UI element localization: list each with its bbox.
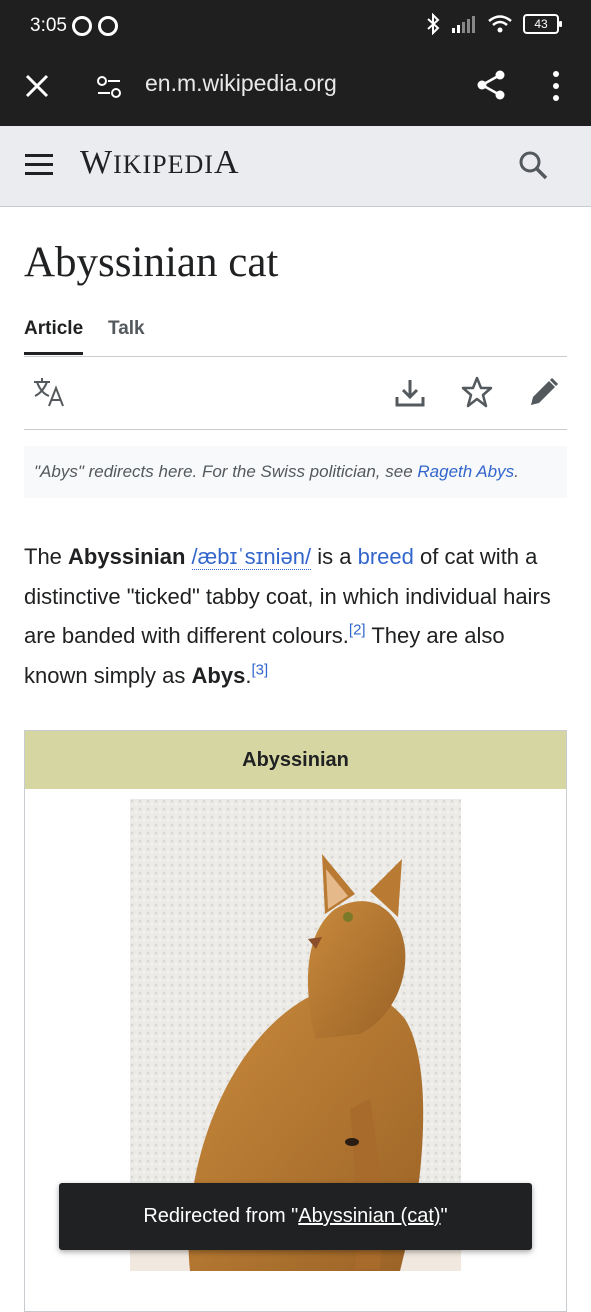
logo-letter-last: A [213,144,240,181]
page-actions [24,357,567,430]
site-settings-icon[interactable] [94,72,124,102]
tab-talk[interactable]: Talk [108,318,145,340]
browser-toolbar: en.m.wikipedia.org [0,52,591,126]
hamburger-menu-icon[interactable] [24,152,54,178]
toast-redirect-link[interactable]: Abyssinian (cat) [298,1205,440,1227]
edit-pencil-icon[interactable] [527,375,561,409]
lead-text [185,544,191,569]
hatnote-link[interactable]: Rageth Abys [417,462,514,481]
hatnote-text: "Abys" redirects here. For the Swiss pol… [34,462,418,481]
signal-icon [452,16,475,33]
page-tabs: Article Talk [24,316,567,357]
lead-text: The [24,544,69,569]
notification-icon-2 [98,16,118,36]
url-bar[interactable]: en.m.wikipedia.org [145,70,337,97]
wikipedia-header: WIKIPEDIA [0,126,591,207]
logo-letters-mid: IKIPEDI [113,150,214,179]
more-options-icon[interactable] [545,68,567,104]
lead-text: is a [311,544,358,569]
ipa-link[interactable]: /æbɪˈsɪniən/ [191,544,312,570]
status-icons: 43 [425,13,562,35]
battery-icon: 43 [523,14,562,34]
download-icon[interactable] [394,377,426,409]
infobox-title: Abyssinian [25,731,566,789]
logo-letter-first: W [80,144,114,181]
lead-paragraph: The Abyssinian /æbɪˈsɪniən/ is a breed o… [24,537,569,695]
search-icon[interactable] [516,148,550,182]
page-title: Abyssinian cat [24,239,279,286]
hatnote: "Abys" redirects here. For the Swiss pol… [24,446,567,498]
reference-link[interactable]: [2] [349,622,366,639]
toast-text: Redirected from " [143,1205,299,1227]
watch-star-icon[interactable] [460,375,494,409]
language-icon[interactable] [32,375,66,409]
tab-article[interactable]: Article [24,318,84,355]
lead-bold-name: Abyssinian [68,544,186,569]
share-icon[interactable] [474,68,508,102]
status-time: 3:05 [30,15,67,36]
toast-suffix: " [440,1205,448,1227]
redirect-toast: Redirected from "Abyssinian (cat)" [59,1183,532,1250]
bluetooth-icon [427,13,440,35]
wikipedia-logo[interactable]: WIKIPEDIA [80,144,240,182]
wifi-icon [488,15,512,33]
close-icon[interactable] [22,71,52,101]
notification-icon [72,16,92,36]
breed-link[interactable]: breed [358,544,414,569]
reference-link[interactable]: [3] [251,661,268,678]
lead-bold-abys: Abys [191,662,246,688]
hatnote-suffix: . [514,462,519,481]
status-bar: 3:05 43 [0,0,591,52]
